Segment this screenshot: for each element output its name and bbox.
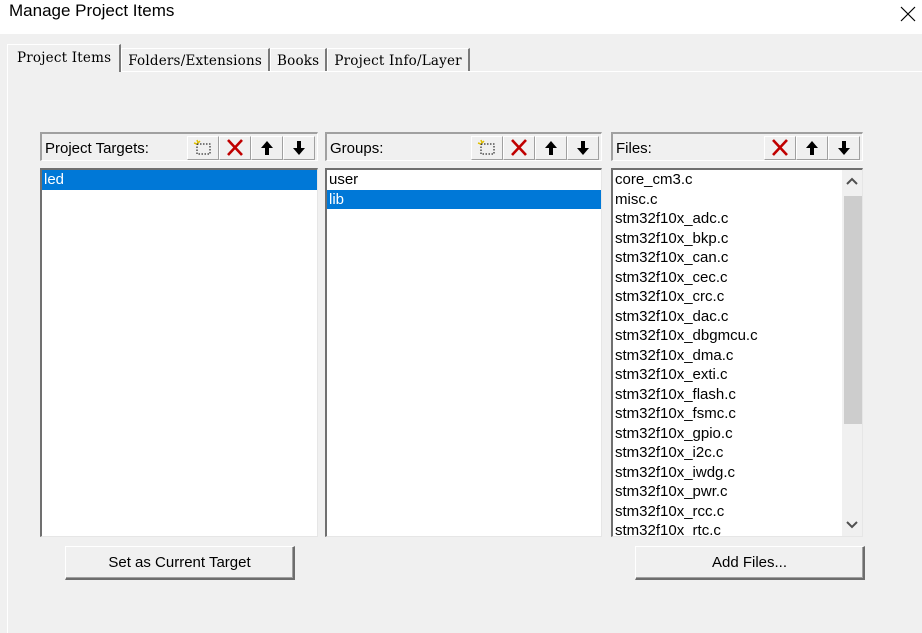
delete-file-button[interactable]	[764, 136, 796, 160]
project-targets-toolbar	[187, 136, 315, 160]
list-item[interactable]: stm32f10x_fsmc.c	[613, 404, 862, 424]
delete-group-button[interactable]	[503, 136, 535, 160]
list-item[interactable]: misc.c	[613, 190, 862, 210]
groups-list[interactable]: user lib	[325, 168, 602, 537]
list-item[interactable]: stm32f10x_can.c	[613, 248, 862, 268]
project-targets-panel: Project Targets: led	[40, 132, 318, 537]
window-title: Manage Project Items	[9, 1, 175, 20]
files-label: Files:	[616, 140, 652, 157]
list-item[interactable]: core_cm3.c	[613, 170, 862, 190]
groups-panel: Groups: user lib	[325, 132, 602, 537]
tab-books[interactable]: Books	[270, 48, 328, 72]
list-item[interactable]: stm32f10x_rtc.c	[613, 521, 862, 536]
new-icon	[477, 139, 495, 155]
scroll-up-button[interactable]	[842, 170, 862, 192]
list-item[interactable]: led	[42, 170, 317, 190]
files-scrollbar[interactable]	[842, 170, 862, 536]
move-up-icon	[545, 141, 557, 155]
list-item[interactable]: stm32f10x_gpio.c	[613, 424, 862, 444]
files-list[interactable]: core_cm3.c misc.c stm32f10x_adc.c stm32f10x…	[611, 168, 863, 537]
dialog-client: Project Items Folders/Extensions Books P…	[0, 34, 922, 633]
new-target-button[interactable]	[187, 136, 219, 160]
move-down-icon	[838, 141, 850, 155]
list-item[interactable]: stm32f10x_exti.c	[613, 365, 862, 385]
tab-panel-project-items: Project Targets: led Groups: user lib Fi…	[7, 71, 922, 633]
scroll-thumb[interactable]	[844, 196, 862, 424]
list-item[interactable]: stm32f10x_dbgmcu.c	[613, 326, 862, 346]
groups-toolbar	[471, 136, 599, 160]
move-up-icon	[806, 141, 818, 155]
title-bar: Manage Project Items	[0, 0, 922, 34]
files-panel: Files: core_cm3.c misc.c stm32f10x_adc.c st…	[611, 132, 863, 537]
move-target-up-button[interactable]	[251, 136, 283, 160]
new-icon	[193, 139, 211, 155]
list-item[interactable]: user	[327, 170, 601, 190]
move-down-icon	[577, 141, 589, 155]
move-down-icon	[293, 141, 305, 155]
delete-icon	[227, 139, 243, 156]
tab-folders-extensions[interactable]: Folders/Extensions	[121, 48, 271, 72]
project-targets-header: Project Targets:	[40, 132, 318, 161]
new-group-button[interactable]	[471, 136, 503, 160]
groups-header: Groups:	[325, 132, 602, 161]
list-item[interactable]: stm32f10x_i2c.c	[613, 443, 862, 463]
groups-label: Groups:	[330, 140, 384, 157]
list-item[interactable]: stm32f10x_crc.c	[613, 287, 862, 307]
move-up-icon	[261, 141, 273, 155]
project-targets-list[interactable]: led	[40, 168, 318, 537]
list-item[interactable]: stm32f10x_dac.c	[613, 307, 862, 327]
tab-bar: Project Items Folders/Extensions Books P…	[7, 44, 470, 72]
move-file-up-button[interactable]	[796, 136, 828, 160]
add-files-button[interactable]: Add Files...	[635, 546, 865, 580]
close-icon	[900, 6, 916, 22]
chevron-down-icon	[846, 521, 858, 529]
list-item[interactable]: stm32f10x_cec.c	[613, 268, 862, 288]
list-item[interactable]: stm32f10x_bkp.c	[613, 229, 862, 249]
set-as-current-target-button[interactable]: Set as Current Target	[65, 546, 295, 580]
list-item[interactable]: stm32f10x_pwr.c	[613, 482, 862, 502]
delete-icon	[772, 139, 788, 156]
files-items: core_cm3.c misc.c stm32f10x_adc.c stm32f10x…	[613, 170, 862, 536]
list-item[interactable]: stm32f10x_iwdg.c	[613, 463, 862, 483]
delete-target-button[interactable]	[219, 136, 251, 160]
list-item[interactable]: stm32f10x_flash.c	[613, 385, 862, 405]
delete-icon	[511, 139, 527, 156]
move-target-down-button[interactable]	[283, 136, 315, 160]
list-item[interactable]: stm32f10x_dma.c	[613, 346, 862, 366]
list-item[interactable]: stm32f10x_rcc.c	[613, 502, 862, 522]
close-button[interactable]	[898, 4, 918, 24]
tab-project-items[interactable]: Project Items	[7, 44, 122, 72]
list-item[interactable]: lib	[327, 189, 601, 209]
project-targets-label: Project Targets:	[45, 140, 149, 157]
files-header: Files:	[611, 132, 863, 161]
chevron-up-icon	[846, 177, 858, 185]
move-file-down-button[interactable]	[828, 136, 860, 160]
list-item[interactable]: stm32f10x_adc.c	[613, 209, 862, 229]
files-toolbar	[764, 136, 860, 160]
move-group-up-button[interactable]	[535, 136, 567, 160]
tab-project-info-layer[interactable]: Project Info/Layer	[327, 48, 470, 72]
move-group-down-button[interactable]	[567, 136, 599, 160]
scroll-down-button[interactable]	[842, 514, 862, 536]
